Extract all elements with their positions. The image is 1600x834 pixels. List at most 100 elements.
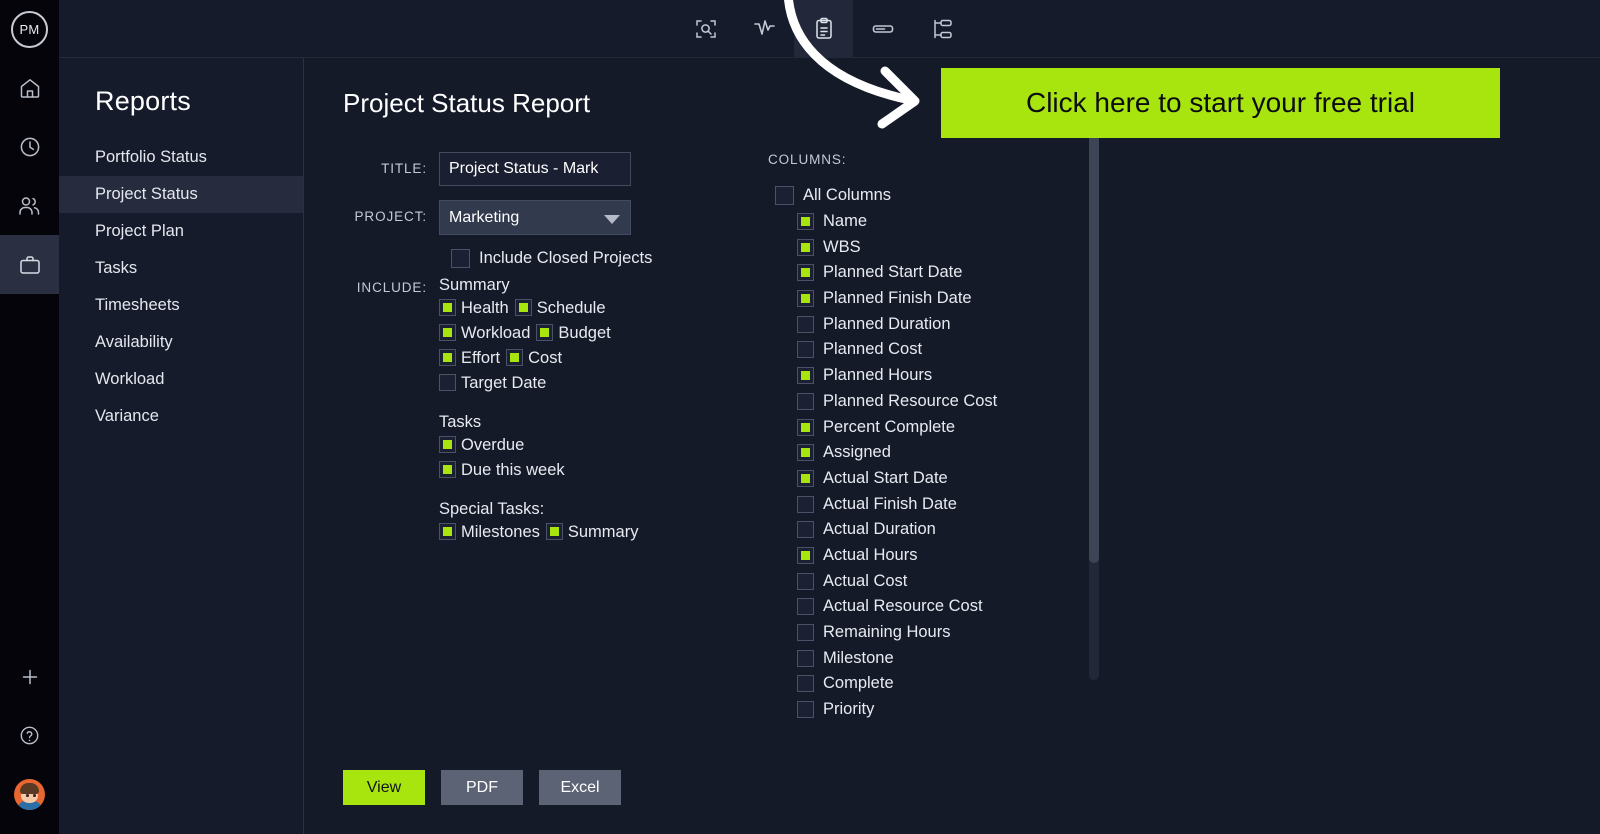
option-schedule[interactable]: Schedule [514, 296, 606, 321]
option-workload[interactable]: Workload [439, 321, 530, 346]
column-item-planned-finish-date[interactable]: Planned Finish Date [768, 286, 1128, 312]
column-item-actual-finish-date[interactable]: Actual Finish Date [768, 491, 1128, 517]
include-closed-projects-checkbox[interactable]: Include Closed Projects [451, 249, 673, 268]
column-item-priority[interactable]: Priority [768, 697, 1128, 723]
column-item-planned-resource-cost[interactable]: Planned Resource Cost [768, 389, 1128, 415]
column-item-milestone[interactable]: Milestone [768, 645, 1128, 671]
column-item-assigned[interactable]: Assigned [768, 440, 1128, 466]
main-content: Project Status Report TITLE: PROJECT: Ma… [305, 58, 1600, 834]
avatar-hair [20, 783, 39, 794]
sidebar-item-portfolio-status[interactable]: Portfolio Status [59, 139, 303, 176]
column-item-actual-start-date[interactable]: Actual Start Date [768, 466, 1128, 492]
checkbox-box [506, 349, 524, 366]
checkbox-box [797, 238, 814, 256]
option-label: Workload [461, 324, 531, 342]
project-select[interactable]: Marketing [439, 200, 631, 235]
checkbox-box [439, 299, 456, 316]
column-item-actual-hours[interactable]: Actual Hours [768, 543, 1128, 569]
pdf-button[interactable]: PDF [441, 770, 523, 805]
checkbox-box [797, 315, 814, 333]
column-item-planned-start-date[interactable]: Planned Start Date [768, 260, 1128, 286]
column-item-percent-complete[interactable]: Percent Complete [768, 414, 1128, 440]
sidebar-item-tasks[interactable]: Tasks [59, 250, 303, 287]
sidebar-item-label: Project Status [95, 185, 198, 203]
column-label: Actual Finish Date [823, 494, 957, 513]
sidebar-item-project-status[interactable]: Project Status [59, 176, 303, 213]
sidebar-item-timesheets[interactable]: Timesheets [59, 287, 303, 324]
column-item-planned-hours[interactable]: Planned Hours [768, 363, 1128, 389]
checkbox-box [439, 523, 456, 540]
column-label: Percent Complete [823, 417, 956, 436]
option-budget[interactable]: Budget [536, 321, 611, 346]
option-due-this-week[interactable]: Due this week [439, 458, 565, 483]
plus-icon[interactable] [0, 647, 59, 706]
column-item-all-columns[interactable]: All Columns [768, 183, 1128, 209]
include-closed-projects-label: Include Closed Projects [479, 249, 653, 267]
people-icon[interactable] [0, 176, 59, 235]
view-button[interactable]: View [343, 770, 425, 805]
column-item-actual-resource-cost[interactable]: Actual Resource Cost [768, 594, 1128, 620]
checkbox-box [545, 523, 563, 540]
checkbox-box [797, 572, 814, 590]
option-overdue[interactable]: Overdue [439, 433, 524, 458]
project-row: PROJECT: Marketing [343, 200, 673, 235]
column-item-remaining-hours[interactable]: Remaining Hours [768, 620, 1128, 646]
column-item-actual-duration[interactable]: Actual Duration [768, 517, 1128, 543]
option-cost[interactable]: Cost [506, 346, 562, 371]
clock-icon[interactable] [0, 117, 59, 176]
sidebar-item-variance[interactable]: Variance [59, 398, 303, 435]
sidebar-item-availability[interactable]: Availability [59, 324, 303, 361]
option-health[interactable]: Health [439, 296, 509, 321]
columns-scrollbar-thumb[interactable] [1089, 120, 1099, 563]
option-label: Effort [461, 349, 501, 367]
checkbox-box [797, 701, 814, 719]
checkbox-box [439, 436, 456, 453]
column-item-planned-duration[interactable]: Planned Duration [768, 311, 1128, 337]
group-title-special-tasks: Special Tasks: [439, 500, 545, 518]
column-label: Complete [823, 674, 894, 693]
option-label: Summary [567, 523, 639, 541]
left-icon-rail [0, 58, 59, 834]
include-label: INCLUDE: [356, 280, 427, 295]
checkbox-box [797, 213, 814, 231]
option-label: Milestones [461, 523, 540, 541]
column-item-complete[interactable]: Complete [768, 671, 1128, 697]
free-trial-cta-banner[interactable]: Click here to start your free trial [941, 68, 1500, 138]
sidebar-item-label: Project Plan [95, 222, 184, 240]
checkbox-box [514, 299, 532, 316]
sidebar-item-label: Variance [95, 407, 159, 425]
excel-button[interactable]: Excel [539, 770, 621, 805]
column-item-planned-cost[interactable]: Planned Cost [768, 337, 1128, 363]
briefcase-icon[interactable] [0, 235, 59, 294]
column-label: All Columns [803, 186, 892, 205]
option-target-date[interactable]: Target Date [439, 371, 546, 396]
avatar[interactable] [0, 765, 59, 824]
option-milestones[interactable]: Milestones [439, 520, 540, 545]
columns-scrollbar[interactable] [1089, 120, 1099, 680]
column-label: Remaining Hours [823, 623, 951, 642]
column-item-wbs[interactable]: WBS [768, 234, 1128, 260]
page-title: Reports [95, 86, 191, 116]
title-input[interactable] [439, 152, 631, 186]
help-icon[interactable] [0, 706, 59, 765]
checkbox-box [451, 249, 470, 268]
column-label: Actual Cost [823, 571, 908, 590]
sidebar-item-project-plan[interactable]: Project Plan [59, 213, 303, 250]
checkbox-box [797, 598, 814, 616]
checkbox-box [797, 341, 814, 359]
option-label: Cost [528, 349, 563, 367]
checkbox-box [797, 392, 814, 410]
option-label: Health [461, 299, 509, 317]
option-summary[interactable]: Summary [545, 520, 639, 545]
columns-panel: COLUMNS: All Columns Name WBS Planned St… [768, 152, 1128, 722]
column-item-actual-cost[interactable]: Actual Cost [768, 568, 1128, 594]
app-logo[interactable]: PM [0, 0, 59, 58]
scan-search-icon[interactable] [676, 0, 735, 58]
checkbox-box [797, 264, 814, 282]
column-item-name[interactable]: Name [768, 209, 1128, 235]
group-title-tasks: Tasks [439, 413, 482, 431]
sidebar-item-workload[interactable]: Workload [59, 361, 303, 398]
option-effort[interactable]: Effort [439, 346, 500, 371]
home-icon[interactable] [0, 58, 59, 117]
curved-arrow-annotation [784, 0, 920, 129]
